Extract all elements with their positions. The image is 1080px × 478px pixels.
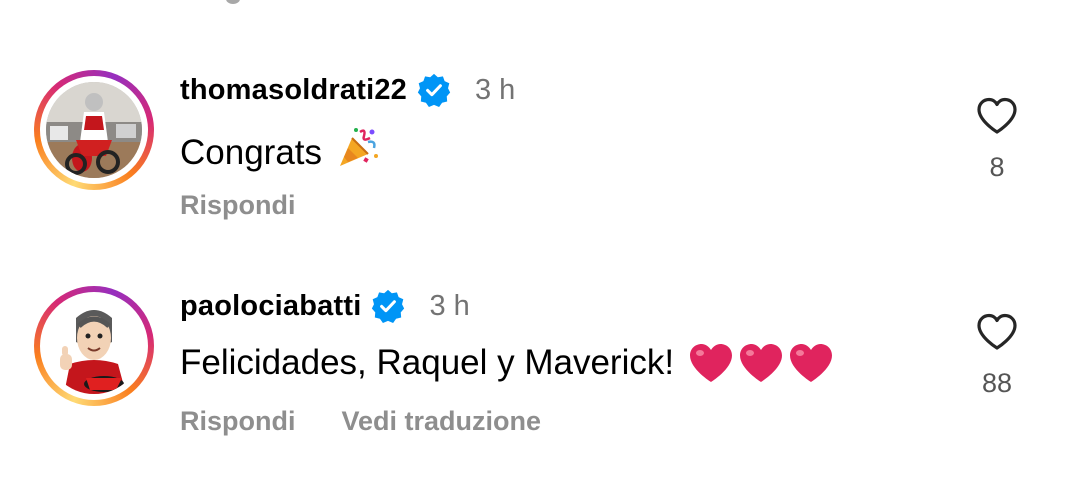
comment-time: 3 h	[475, 73, 516, 106]
comment-body: Congrats	[180, 126, 380, 179]
heart-outline-icon[interactable]	[975, 312, 1019, 352]
comment-header: thomasoldrati22 3 h	[180, 72, 515, 108]
red-heart-icon	[740, 344, 783, 382]
username[interactable]: thomasoldrati22	[180, 74, 407, 107]
comment-body: Felicidades, Raquel y Maverick!	[180, 342, 838, 384]
comments-panel: thomasoldrati22 3 h Congrats Rispondi 8 …	[0, 0, 1080, 478]
red-heart-icon	[690, 344, 733, 382]
previous-comment-remnant	[226, 0, 240, 4]
comment-time: 3 h	[429, 289, 470, 322]
avatar-border	[40, 292, 148, 400]
username[interactable]: paolociabatti	[180, 290, 361, 323]
comment-actions: Rispondi	[180, 190, 342, 221]
like-control: 8	[972, 96, 1022, 183]
reply-button[interactable]: Rispondi	[180, 406, 296, 437]
comment-text: Felicidades, Raquel y Maverick!	[180, 343, 675, 382]
comment-header: paolociabatti 3 h	[180, 288, 470, 324]
party-popper-icon	[336, 126, 380, 179]
heart-outline-icon[interactable]	[975, 96, 1019, 136]
see-translation-button[interactable]: Vedi traduzione	[342, 406, 542, 437]
verified-badge-icon	[417, 73, 451, 107]
avatar[interactable]	[46, 82, 142, 178]
red-heart-emojis	[688, 342, 838, 384]
verified-badge-icon	[371, 289, 405, 323]
avatar-border	[40, 76, 148, 184]
story-ring[interactable]	[34, 70, 154, 190]
story-ring[interactable]	[34, 286, 154, 406]
like-count: 8	[989, 152, 1005, 182]
like-control: 88	[972, 312, 1022, 399]
comment-text: Congrats	[180, 132, 323, 172]
avatar[interactable]	[46, 298, 142, 394]
reply-button[interactable]: Rispondi	[180, 190, 296, 221]
red-heart-icon	[790, 344, 833, 382]
comment-actions: Rispondi Vedi traduzione	[180, 406, 587, 437]
like-count: 88	[981, 368, 1013, 398]
